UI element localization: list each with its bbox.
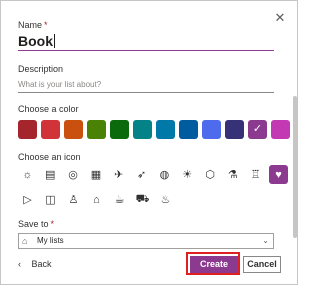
rocket-icon[interactable]: ➶ xyxy=(132,165,151,184)
create-button[interactable]: Create xyxy=(190,256,238,273)
color-swatch[interactable] xyxy=(225,120,244,139)
home-icon: ⌂ xyxy=(22,236,28,246)
coffee-icon[interactable]: ☕ xyxy=(110,190,129,209)
car-icon[interactable]: ⛟ xyxy=(133,190,152,209)
name-label: Name * xyxy=(18,20,48,30)
color-swatch[interactable] xyxy=(133,120,152,139)
person-icon[interactable]: ♙ xyxy=(64,190,83,209)
color-label: Choose a color xyxy=(18,104,79,114)
save-to-value: My lists xyxy=(37,236,64,245)
airplane-icon[interactable]: ✈ xyxy=(109,165,128,184)
name-field[interactable]: Book xyxy=(18,32,274,51)
palette-icon[interactable]: ◍ xyxy=(155,165,174,184)
calendar-icon[interactable]: ▦ xyxy=(86,165,105,184)
piggybank-icon[interactable]: ♥ xyxy=(269,165,288,184)
color-swatch[interactable] xyxy=(64,120,83,139)
icon-grid: ☼ ▤ ◎ ▦ ✈ ➶ ◍ ☀ ⬡ ⚗ ♖ ♥ ▷ ◫ ♙ ⌂ ☕ ⛟ ♨ xyxy=(18,165,288,215)
building-icon[interactable]: ⌂ xyxy=(87,190,106,209)
cake-icon[interactable]: ♨ xyxy=(156,190,175,209)
color-swatch[interactable] xyxy=(202,120,221,139)
document-icon[interactable]: ▤ xyxy=(41,165,60,184)
lightbulb-icon[interactable]: ☀ xyxy=(178,165,197,184)
back-button[interactable]: ‹ Back xyxy=(18,259,52,269)
color-swatch[interactable] xyxy=(18,120,37,139)
scrollbar[interactable] xyxy=(293,96,297,238)
target-icon[interactable]: ◎ xyxy=(64,165,83,184)
close-icon[interactable]: ✕ xyxy=(274,11,286,24)
flask-icon[interactable]: ⚗ xyxy=(223,165,242,184)
color-swatch[interactable] xyxy=(271,120,290,139)
color-swatch[interactable] xyxy=(156,120,175,139)
bug-icon[interactable]: ☼ xyxy=(18,165,37,184)
play-icon[interactable]: ▷ xyxy=(18,190,37,209)
description-label: Description xyxy=(18,64,64,74)
color-swatch[interactable] xyxy=(87,120,106,139)
camera-icon[interactable]: ◫ xyxy=(41,190,60,209)
color-swatch[interactable] xyxy=(179,120,198,139)
description-field[interactable]: What is your list about? xyxy=(18,79,274,93)
save-to-dropdown[interactable]: ⌂ My lists ⌄ xyxy=(18,233,274,249)
save-to-label: Save to * xyxy=(18,219,55,229)
icon-label: Choose an icon xyxy=(18,152,81,162)
dumbbell-icon[interactable]: ♖ xyxy=(246,165,265,184)
color-swatch[interactable] xyxy=(41,120,60,139)
chevron-down-icon: ⌄ xyxy=(262,236,269,245)
color-swatch[interactable] xyxy=(248,120,267,139)
color-swatch[interactable] xyxy=(110,120,129,139)
box-icon[interactable]: ⬡ xyxy=(201,165,220,184)
chevron-left-icon: ‹ xyxy=(18,259,21,269)
color-swatches xyxy=(18,120,290,139)
cancel-button[interactable]: Cancel xyxy=(243,256,281,273)
